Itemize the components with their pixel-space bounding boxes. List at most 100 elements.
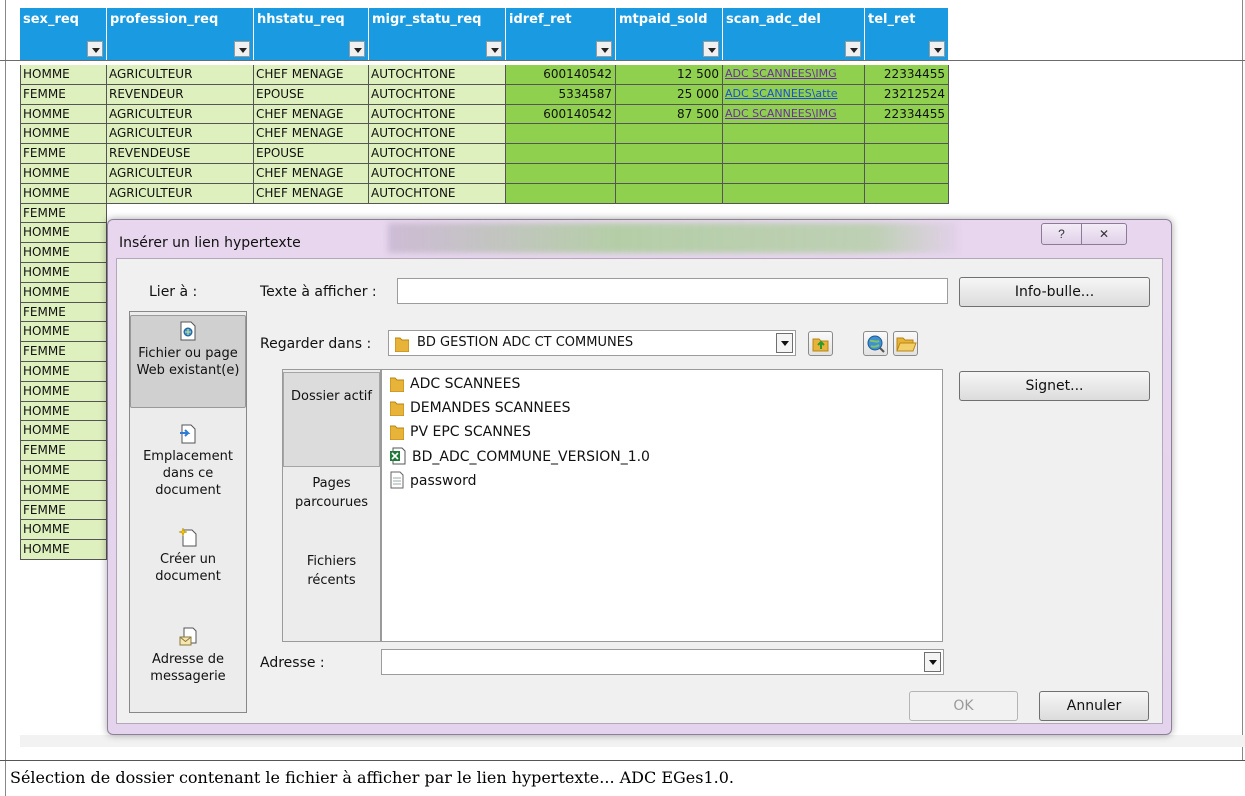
table-cell[interactable]: HOMME bbox=[20, 460, 107, 481]
list-item[interactable]: BD_ADC_COMMUNE_VERSION_1.0 bbox=[390, 447, 650, 467]
link-to-new-document[interactable]: Créer un document bbox=[130, 527, 246, 585]
table-cell[interactable]: AUTOCHTONE bbox=[369, 144, 506, 164]
column-header[interactable]: idref_ret bbox=[506, 8, 616, 60]
table-cell[interactable]: 25 000 bbox=[616, 84, 723, 105]
table-cell[interactable]: 600140542 bbox=[506, 104, 616, 125]
table-cell[interactable]: REVENDEUR bbox=[107, 84, 254, 105]
hyperlink-cell[interactable]: ADC SCANNEES\IMG bbox=[723, 104, 865, 125]
table-cell[interactable] bbox=[865, 183, 949, 204]
table-cell[interactable] bbox=[616, 163, 723, 184]
table-cell[interactable]: HOMME bbox=[20, 262, 107, 283]
table-cell[interactable]: AGRICULTEUR bbox=[107, 65, 254, 85]
look-in-combo[interactable]: BD GESTION ADC CT COMMUNES bbox=[388, 330, 796, 356]
link-to-place-in-document[interactable]: Emplacement dans ce document bbox=[130, 424, 246, 499]
table-cell[interactable]: CHEF MENAGE bbox=[254, 124, 369, 145]
table-cell[interactable] bbox=[506, 183, 616, 204]
hyperlink-cell[interactable]: ADC SCANNEES\IMG bbox=[723, 65, 865, 85]
table-cell[interactable]: CHEF MENAGE bbox=[254, 104, 369, 125]
table-cell[interactable]: HOMME bbox=[20, 183, 107, 204]
column-header[interactable]: sex_req bbox=[20, 8, 107, 60]
screentip-button[interactable]: Info-bulle... bbox=[959, 277, 1150, 307]
table-cell[interactable]: EPOUSE bbox=[254, 84, 369, 105]
filter-dropdown-icon[interactable] bbox=[349, 41, 365, 57]
table-cell[interactable]: 87 500 bbox=[616, 104, 723, 125]
place-current-folder[interactable]: Dossier actif bbox=[283, 372, 380, 467]
filter-dropdown-icon[interactable] bbox=[486, 41, 502, 57]
link-to-email-address[interactable]: Adresse de messagerie bbox=[130, 627, 246, 685]
filter-dropdown-icon[interactable] bbox=[703, 41, 719, 57]
list-item[interactable]: password bbox=[390, 471, 476, 491]
up-one-folder-button[interactable] bbox=[808, 331, 833, 356]
table-cell[interactable]: HOMME bbox=[20, 540, 107, 560]
table-cell[interactable] bbox=[616, 144, 723, 164]
browse-web-button[interactable] bbox=[863, 331, 888, 356]
table-cell[interactable]: HOMME bbox=[20, 65, 107, 85]
browse-file-button[interactable] bbox=[893, 331, 918, 356]
table-cell[interactable] bbox=[865, 144, 949, 164]
close-button[interactable]: ✕ bbox=[1081, 223, 1127, 245]
column-header[interactable]: tel_ret bbox=[865, 8, 949, 60]
table-cell[interactable]: 23212524 bbox=[865, 84, 949, 105]
table-cell[interactable]: CHEF MENAGE bbox=[254, 65, 369, 85]
list-item[interactable]: ADC SCANNEES bbox=[389, 375, 520, 395]
table-cell[interactable] bbox=[506, 163, 616, 184]
table-cell[interactable]: HOMME bbox=[20, 163, 107, 184]
table-cell[interactable]: HOMME bbox=[20, 480, 107, 501]
table-cell[interactable]: AGRICULTEUR bbox=[107, 183, 254, 204]
address-combo[interactable] bbox=[381, 649, 944, 675]
table-cell[interactable]: 600140542 bbox=[506, 65, 616, 85]
column-header[interactable]: migr_statu_req bbox=[369, 8, 506, 60]
column-header[interactable]: scan_adc_del bbox=[723, 8, 865, 60]
table-cell[interactable]: AUTOCHTONE bbox=[369, 84, 506, 105]
column-header[interactable]: profession_req bbox=[107, 8, 254, 60]
table-cell[interactable]: AUTOCHTONE bbox=[369, 183, 506, 204]
table-cell[interactable]: HOMME bbox=[20, 361, 107, 382]
table-cell[interactable]: CHEF MENAGE bbox=[254, 163, 369, 184]
table-cell[interactable]: HOMME bbox=[20, 322, 107, 343]
list-item[interactable]: PV EPC SCANNES bbox=[389, 423, 531, 443]
table-cell[interactable]: HOMME bbox=[20, 243, 107, 263]
table-cell[interactable]: HOMME bbox=[20, 401, 107, 422]
file-list[interactable]: ADC SCANNEES DEMANDES SCANNEES PV EPC SC… bbox=[381, 369, 943, 642]
table-cell[interactable] bbox=[723, 144, 865, 164]
table-cell[interactable]: AUTOCHTONE bbox=[369, 65, 506, 85]
table-cell[interactable] bbox=[723, 183, 865, 204]
table-cell[interactable]: HOMME bbox=[20, 124, 107, 145]
table-cell[interactable]: HOMME bbox=[20, 104, 107, 125]
table-cell[interactable]: FEMME bbox=[20, 144, 107, 164]
hyperlink-cell[interactable]: ADC SCANNEES\atte bbox=[723, 84, 865, 105]
table-cell[interactable]: FEMME bbox=[20, 500, 107, 521]
column-header[interactable]: mtpaid_sold bbox=[616, 8, 723, 60]
cancel-button[interactable]: Annuler bbox=[1039, 691, 1149, 721]
table-cell[interactable]: HOMME bbox=[20, 520, 107, 541]
table-cell[interactable]: FEMME bbox=[20, 342, 107, 362]
table-cell[interactable] bbox=[616, 124, 723, 145]
table-cell[interactable]: AUTOCHTONE bbox=[369, 104, 506, 125]
table-cell[interactable]: AGRICULTEUR bbox=[107, 124, 254, 145]
table-cell[interactable]: FEMME bbox=[20, 302, 107, 323]
table-cell[interactable]: HOMME bbox=[20, 223, 107, 244]
table-cell[interactable]: REVENDEUSE bbox=[107, 144, 254, 164]
table-cell[interactable]: FEMME bbox=[20, 203, 107, 224]
place-browsed-pages[interactable]: Pages parcourues bbox=[283, 470, 380, 532]
table-cell[interactable]: 12 500 bbox=[616, 65, 723, 85]
table-cell[interactable] bbox=[865, 124, 949, 145]
table-cell[interactable]: HOMME bbox=[20, 282, 107, 303]
table-cell[interactable]: AUTOCHTONE bbox=[369, 163, 506, 184]
table-cell[interactable]: AGRICULTEUR bbox=[107, 104, 254, 125]
filter-dropdown-icon[interactable] bbox=[929, 41, 945, 57]
table-cell[interactable]: FEMME bbox=[20, 84, 107, 105]
column-header[interactable]: hhstatu_req bbox=[254, 8, 369, 60]
table-cell[interactable]: HOMME bbox=[20, 381, 107, 402]
filter-dropdown-icon[interactable] bbox=[596, 41, 612, 57]
table-cell[interactable] bbox=[723, 124, 865, 145]
table-cell[interactable]: FEMME bbox=[20, 441, 107, 461]
chevron-down-icon[interactable] bbox=[776, 333, 793, 353]
list-item[interactable]: DEMANDES SCANNEES bbox=[389, 399, 570, 419]
table-cell[interactable]: 22334455 bbox=[865, 65, 949, 85]
link-to-existing-file[interactable]: Fichier ou page Web existant(e) bbox=[130, 315, 246, 408]
filter-dropdown-icon[interactable] bbox=[234, 41, 250, 57]
ok-button[interactable]: OK bbox=[909, 691, 1018, 721]
table-cell[interactable]: 5334587 bbox=[506, 84, 616, 105]
table-cell[interactable]: 22334455 bbox=[865, 104, 949, 125]
